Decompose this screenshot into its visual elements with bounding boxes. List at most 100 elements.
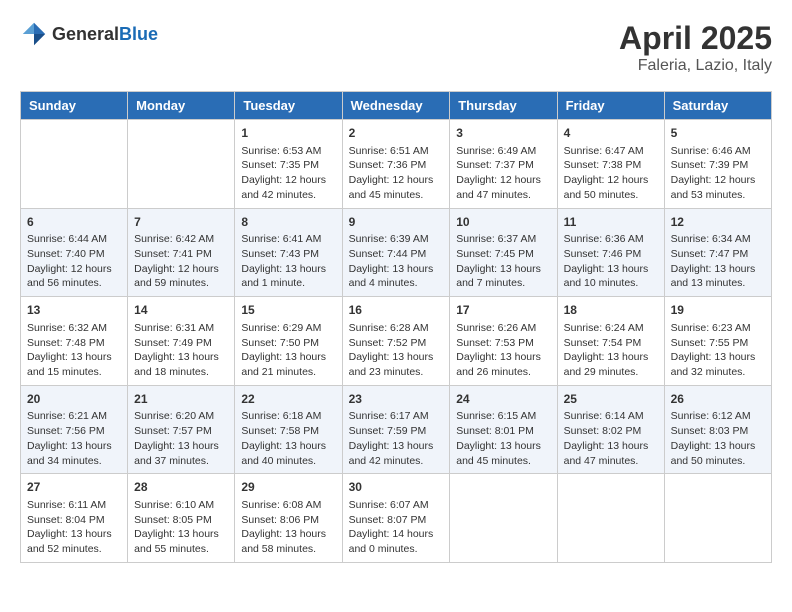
day-number: 10 [456,214,550,231]
day-number: 18 [564,302,658,319]
sunset-text: Sunset: 8:02 PM [564,425,642,437]
sunrise-text: Sunrise: 6:39 AM [349,233,429,245]
daylight-text: Daylight: 13 hours and 34 minutes. [27,440,112,467]
daylight-text: Daylight: 13 hours and 52 minutes. [27,528,112,555]
col-header-friday: Friday [557,92,664,120]
daylight-text: Daylight: 13 hours and 4 minutes. [349,263,434,290]
calendar-cell: 30Sunrise: 6:07 AMSunset: 8:07 PMDayligh… [342,474,450,563]
daylight-text: Daylight: 13 hours and 29 minutes. [564,351,649,378]
calendar-cell: 9Sunrise: 6:39 AMSunset: 7:44 PMDaylight… [342,208,450,297]
sunset-text: Sunset: 7:54 PM [564,337,642,349]
day-number: 2 [349,125,444,142]
calendar-cell [450,474,557,563]
daylight-text: Daylight: 13 hours and 47 minutes. [564,440,649,467]
sunrise-text: Sunrise: 6:51 AM [349,145,429,157]
sunrise-text: Sunrise: 6:26 AM [456,322,536,334]
calendar-cell: 1Sunrise: 6:53 AMSunset: 7:35 PMDaylight… [235,120,342,209]
calendar-cell: 2Sunrise: 6:51 AMSunset: 7:36 PMDaylight… [342,120,450,209]
day-number: 21 [134,391,228,408]
sunset-text: Sunset: 8:06 PM [241,514,319,526]
sunset-text: Sunset: 7:37 PM [456,159,534,171]
calendar-cell: 24Sunrise: 6:15 AMSunset: 8:01 PMDayligh… [450,385,557,474]
daylight-text: Daylight: 13 hours and 21 minutes. [241,351,326,378]
sunset-text: Sunset: 7:52 PM [349,337,427,349]
sunset-text: Sunset: 7:45 PM [456,248,534,260]
day-number: 23 [349,391,444,408]
sunrise-text: Sunrise: 6:29 AM [241,322,321,334]
calendar-cell: 28Sunrise: 6:10 AMSunset: 8:05 PMDayligh… [128,474,235,563]
sunset-text: Sunset: 7:38 PM [564,159,642,171]
calendar-cell: 18 Sunrise: 6:24 AM Sunset: 7:54 PM Dayligh… [557,297,664,386]
calendar-cell: 19Sunrise: 6:23 AMSunset: 7:55 PMDayligh… [664,297,771,386]
sunrise-text: Sunrise: 6:07 AM [349,499,429,511]
daylight-text: Daylight: 12 hours and 59 minutes. [134,263,219,290]
calendar-cell: 27Sunrise: 6:11 AMSunset: 8:04 PMDayligh… [21,474,128,563]
daylight-text: Daylight: 13 hours and 10 minutes. [564,263,649,290]
logo-blue: Blue [119,24,158,44]
sunset-text: Sunset: 7:53 PM [456,337,534,349]
daylight-text: Daylight: 13 hours and 32 minutes. [671,351,756,378]
sunrise-text: Sunrise: 6:34 AM [671,233,751,245]
sunset-text: Sunset: 7:35 PM [241,159,319,171]
sunset-text: Sunset: 7:50 PM [241,337,319,349]
calendar-cell [557,474,664,563]
calendar-cell: 11Sunrise: 6:36 AMSunset: 7:46 PMDayligh… [557,208,664,297]
sunrise-text: Sunrise: 6:47 AM [564,145,644,157]
calendar-cell: 3Sunrise: 6:49 AMSunset: 7:37 PMDaylight… [450,120,557,209]
calendar-week-row: 1Sunrise: 6:53 AMSunset: 7:35 PMDaylight… [21,120,772,209]
day-number: 4 [564,125,658,142]
calendar-cell: 12Sunrise: 6:34 AMSunset: 7:47 PMDayligh… [664,208,771,297]
calendar-cell: 26Sunrise: 6:12 AMSunset: 8:03 PMDayligh… [664,385,771,474]
day-number: 1 [241,125,335,142]
sunrise-text: Sunrise: 6:15 AM [456,410,536,422]
sunrise-text: Sunrise: 6:49 AM [456,145,536,157]
daylight-text: Daylight: 13 hours and 18 minutes. [134,351,219,378]
col-header-thursday: Thursday [450,92,557,120]
sunrise-text: Sunrise: 6:12 AM [671,410,751,422]
calendar-cell: 22Sunrise: 6:18 AMSunset: 7:58 PMDayligh… [235,385,342,474]
day-number: 13 [27,302,121,319]
daylight-text: Daylight: 14 hours and 0 minutes. [349,528,434,555]
sunset-text: Sunset: 7:59 PM [349,425,427,437]
daylight-text: Daylight: 12 hours and 50 minutes. [564,174,649,201]
calendar-week-row: 20Sunrise: 6:21 AMSunset: 7:56 PMDayligh… [21,385,772,474]
calendar-cell: 5Sunrise: 6:46 AMSunset: 7:39 PMDaylight… [664,120,771,209]
day-number: 6 [27,214,121,231]
calendar-cell: 13Sunrise: 6:32 AMSunset: 7:48 PMDayligh… [21,297,128,386]
daylight-text: Daylight: 13 hours and 23 minutes. [349,351,434,378]
day-number: 11 [564,214,658,231]
sunrise-text: Sunrise: 6:46 AM [671,145,751,157]
sunset-text: Sunset: 7:41 PM [134,248,212,260]
day-number: 16 [349,302,444,319]
day-number: 3 [456,125,550,142]
day-number: 15 [241,302,335,319]
sunrise-text: Sunrise: 6:28 AM [349,322,429,334]
calendar-cell: 16 Sunrise: 6:28 AM Sunset: 7:52 PM Dayligh… [342,297,450,386]
day-number: 29 [241,479,335,496]
day-number: 22 [241,391,335,408]
daylight-text: Daylight: 13 hours and 37 minutes. [134,440,219,467]
calendar-header-row: SundayMondayTuesdayWednesdayThursdayFrid… [21,92,772,120]
day-number: 19 [671,302,765,319]
calendar-cell: 14Sunrise: 6:31 AMSunset: 7:49 PMDayligh… [128,297,235,386]
sunset-text: Sunset: 7:36 PM [349,159,427,171]
sunset-text: Sunset: 8:04 PM [27,514,105,526]
sunset-text: Sunset: 7:58 PM [241,425,319,437]
sunrise-text: Sunrise: 6:24 AM [564,322,644,334]
logo-general: General [52,24,119,44]
daylight-text: Daylight: 13 hours and 55 minutes. [134,528,219,555]
title-block: April 2025 Faleria, Lazio, Italy [619,20,772,75]
calendar-cell: 29Sunrise: 6:08 AMSunset: 8:06 PMDayligh… [235,474,342,563]
sunset-text: Sunset: 7:43 PM [241,248,319,260]
calendar-cell [664,474,771,563]
sunrise-text: Sunrise: 6:11 AM [27,499,106,511]
sunset-text: Sunset: 8:01 PM [456,425,534,437]
month-title: April 2025 [619,20,772,57]
calendar-table: SundayMondayTuesdayWednesdayThursdayFrid… [20,91,772,563]
calendar-cell: 4 Sunrise: 6:47 AM Sunset: 7:38 PM Daylight… [557,120,664,209]
daylight-text: Daylight: 12 hours and 56 minutes. [27,263,112,290]
logo: GeneralBlue [20,20,158,48]
daylight-text: Daylight: 13 hours and 40 minutes. [241,440,326,467]
daylight-text: Daylight: 13 hours and 26 minutes. [456,351,541,378]
day-number: 14 [134,302,228,319]
